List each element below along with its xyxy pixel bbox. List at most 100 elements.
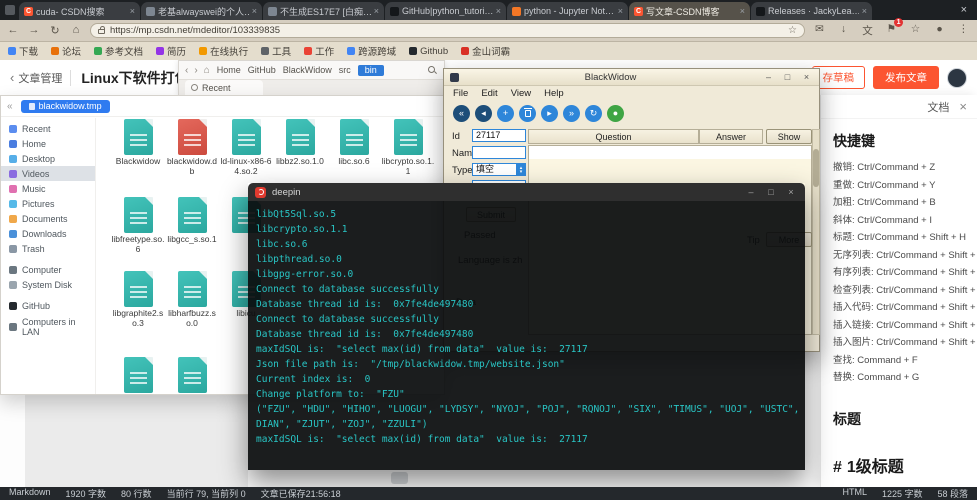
bookmark-item[interactable]: 跨源跨域 [347,44,396,58]
browser-tab[interactable]: C写文章-CSDN博客× [629,2,750,20]
tab-close-icon[interactable]: × [130,6,135,16]
sidebar-item-desktop[interactable]: Desktop [1,151,95,166]
mail-icon[interactable]: ✉ [812,23,827,38]
search-icon[interactable] [428,66,436,74]
file-item[interactable]: Blackwidow [111,119,165,167]
sidebar-item-disk[interactable]: System Disk [1,277,95,292]
first-button[interactable]: « [453,105,470,122]
bookmark-item[interactable]: 下载 [8,44,38,58]
menu-view[interactable]: View [511,88,531,99]
show-button[interactable]: Show [766,129,812,144]
refresh-icon[interactable]: ↻ [48,24,62,37]
id-input[interactable]: 27117 [472,129,526,142]
browser-tab[interactable]: GitHub|python_tutori…× [385,2,506,20]
browser-tab[interactable]: Ccuda- CSDN搜索× [19,2,140,20]
answer-column-header[interactable]: Answer [699,129,763,144]
user-avatar[interactable] [947,68,967,88]
blackwidow-maximize-icon[interactable]: □ [781,72,794,82]
menu-help[interactable]: Help [544,88,564,99]
breadcrumb-item[interactable]: GitHub [248,65,276,75]
bookmark-item[interactable]: 在线执行 [199,44,248,58]
notifications-icon[interactable]: ⚑1 [884,23,899,38]
name-input[interactable] [472,146,526,159]
bookmark-item[interactable]: 简历 [156,44,186,58]
browser-window-close-icon[interactable]: × [961,4,977,20]
back-icon[interactable]: ← [6,24,20,37]
previous-button[interactable]: ◂ [475,105,492,122]
browser-tab[interactable]: 不生成ES17E7 [白痴…× [263,2,384,20]
sync-button[interactable]: ● [607,105,624,122]
bookmarks-icon[interactable]: ☆ [908,23,923,38]
sidebar-item-videos[interactable]: Videos [1,166,95,181]
last-button[interactable]: » [563,105,580,122]
download-icon[interactable]: ↓ [836,23,851,38]
file-item[interactable]: libc.so.6 [327,119,381,167]
sidebar-item-home[interactable]: Home [1,136,95,151]
sidebar-item-downloads[interactable]: Downloads [1,226,95,241]
back-chevron-icon[interactable]: ‹ [10,70,14,85]
file-item[interactable]: libbz2.so.1.0 [273,119,327,167]
type-select[interactable]: 填空 ▴▾ [472,163,526,176]
tab-close-icon[interactable]: × [252,6,257,16]
breadcrumb-item[interactable]: src [339,65,351,75]
article-title-input[interactable]: Linux下软件打包 [81,68,188,88]
bookmark-item[interactable]: 金山词霸 [461,44,510,58]
address-bar[interactable]: https://mp.csdn.net/mdeditor/103339835 ☆ [90,23,805,38]
collapse-sidebar-icon[interactable]: « [7,101,13,112]
publish-button[interactable]: 发布文章 [873,66,939,89]
translate-icon[interactable]: 文 [860,23,875,38]
menu-file[interactable]: File [453,88,468,99]
sidebar-item-computer[interactable]: Computer [1,262,95,277]
bookmark-item[interactable]: Github [409,46,448,57]
editor-text-area[interactable] [25,395,248,487]
bookmark-item[interactable]: 工作 [304,44,334,58]
bookmark-item[interactable]: 论坛 [51,44,81,58]
menu-icon[interactable]: ⋮ [956,23,971,38]
file-item[interactable]: libcrypto.so.1.1 [381,119,435,176]
blackwidow-close-icon[interactable]: × [800,72,813,82]
terminal-maximize-icon[interactable]: □ [764,187,778,197]
fm-back-icon[interactable]: ‹ [185,65,188,76]
file-item[interactable] [165,357,219,393]
bookmark-star-icon[interactable]: ☆ [788,25,797,36]
file-item[interactable] [111,357,165,393]
file-item[interactable]: libgraphite2.so.3 [111,271,165,328]
blackwidow-minimize-icon[interactable]: – [762,72,775,82]
sidebar-item-recent[interactable]: Recent [1,121,95,136]
sidebar-item-trash[interactable]: Trash [1,241,95,256]
spinner-icons[interactable]: ▴▾ [516,163,526,176]
fm-forward-icon[interactable]: › [194,65,197,76]
add-button[interactable]: + [497,105,514,122]
tab-close-icon[interactable]: × [740,6,745,16]
terminal-close-icon[interactable]: × [784,187,798,197]
question-column-header[interactable]: Question [528,129,699,144]
browser-tab[interactable]: 老基alwayswei的个人…× [141,2,262,20]
tab-close-icon[interactable]: × [374,6,379,16]
file-item[interactable]: libfreetype.so.6 [111,197,165,254]
file-item[interactable]: ld-linux-x86-64.so.2 [219,119,273,176]
article-manage-link[interactable]: 文章管理 [18,70,62,86]
forward-icon[interactable]: → [27,24,41,37]
delete-button[interactable] [519,105,536,122]
table-selected-row[interactable] [529,146,811,159]
help-close-icon[interactable]: × [959,99,967,114]
menu-edit[interactable]: Edit [481,88,497,99]
sidebar-item-github[interactable]: GitHub [1,298,95,313]
sidebar-item-pictures[interactable]: Pictures [1,196,95,211]
sidebar-item-documents[interactable]: Documents [1,211,95,226]
terminal-titlebar[interactable]: deepin – □ × [248,183,805,201]
scrollbar-thumb[interactable] [813,149,819,187]
fm-tab-recent[interactable]: Recent [185,80,263,95]
refresh-button[interactable]: ↻ [585,105,602,122]
breadcrumb-item[interactable]: BlackWidow [283,65,332,75]
location-chip[interactable]: blackwidow.tmp [21,100,110,113]
home-icon[interactable]: ⌂ [69,24,83,37]
breadcrumb-item[interactable]: Home [217,65,241,75]
profile-icon[interactable]: ● [932,23,947,38]
file-item[interactable]: blackwidow.db [165,119,219,176]
bookmark-item[interactable]: 工具 [261,44,291,58]
next-button[interactable]: ▸ [541,105,558,122]
terminal-minimize-icon[interactable]: – [744,187,758,197]
browser-tab[interactable]: Releases · JackyLea…× [751,2,872,20]
breadcrumb-item-active[interactable]: bin [358,65,384,76]
